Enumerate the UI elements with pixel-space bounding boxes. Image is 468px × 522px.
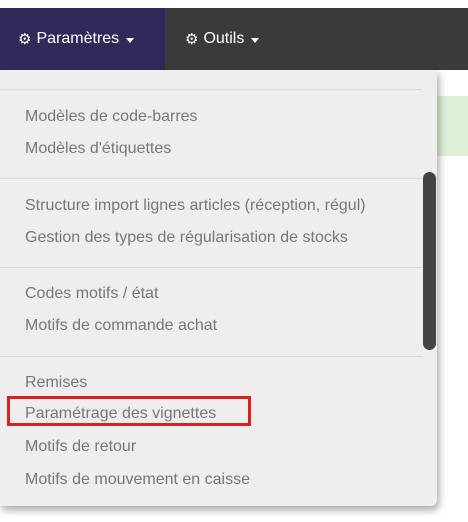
menu-item-modeles-etiquettes[interactable]: Modèles d'étiquettes bbox=[25, 136, 171, 162]
menu-item-remises[interactable]: Remises bbox=[25, 370, 87, 396]
scrollbar-thumb[interactable] bbox=[423, 172, 436, 350]
navbar: ⚙ Paramètres ⚙ Outils bbox=[0, 8, 468, 70]
menu-divider bbox=[0, 89, 422, 90]
parametres-dropdown-menu: Modèles de code-barres Modèles d'étiquet… bbox=[0, 70, 437, 506]
menu-item-types-regularisation[interactable]: Gestion des types de régularisation de s… bbox=[25, 225, 348, 251]
menu-item-motifs-commande-achat[interactable]: Motifs de commande achat bbox=[25, 313, 217, 339]
menu-divider bbox=[0, 356, 422, 357]
top-strip bbox=[0, 0, 468, 8]
menu-parametres-label: Paramètres bbox=[36, 30, 120, 47]
menu-parametres[interactable]: ⚙ Paramètres bbox=[0, 8, 165, 70]
highlight-box bbox=[7, 396, 251, 426]
menu-outils[interactable]: ⚙ Outils bbox=[185, 8, 285, 70]
menu-divider bbox=[0, 267, 422, 268]
menu-outils-label: Outils bbox=[203, 30, 245, 47]
menu-item-motifs-retour[interactable]: Motifs de retour bbox=[25, 434, 136, 460]
gear-icon: ⚙ bbox=[18, 30, 32, 48]
menu-item-codes-motifs-etat[interactable]: Codes motifs / état bbox=[25, 281, 158, 307]
menu-item-motifs-mouvement-caisse[interactable]: Motifs de mouvement en caisse bbox=[25, 467, 250, 493]
caret-down-icon bbox=[126, 37, 135, 43]
menu-item-structure-import[interactable]: Structure import lignes articles (récept… bbox=[25, 193, 366, 219]
caret-down-icon bbox=[251, 37, 260, 43]
menu-divider bbox=[0, 178, 422, 179]
menu-item-modeles-code-barres[interactable]: Modèles de code-barres bbox=[25, 104, 198, 130]
gear-icon: ⚙ bbox=[185, 30, 199, 48]
